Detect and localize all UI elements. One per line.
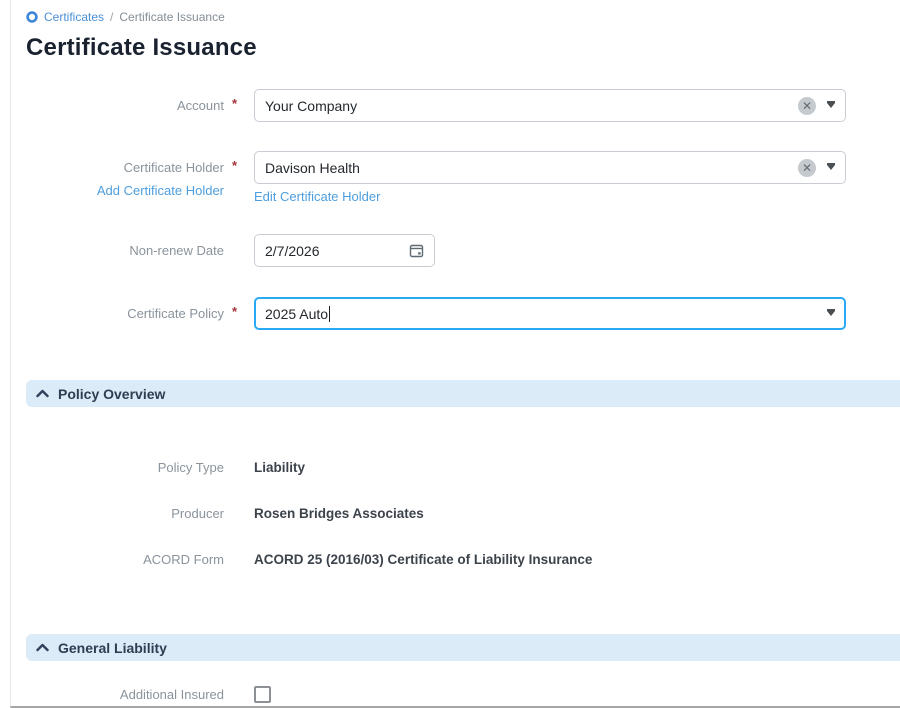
add-certificate-holder-link[interactable]: Add Certificate Holder bbox=[97, 183, 224, 199]
breadcrumb: Certificates / Certificate Issuance bbox=[26, 10, 900, 24]
text-cursor bbox=[329, 306, 330, 322]
non-renew-date-label-col: Non-renew Date bbox=[26, 234, 224, 260]
account-row: Account * Your Company ✕ bbox=[26, 89, 900, 122]
policy-type-label-col: Policy Type bbox=[26, 459, 224, 477]
account-caret-down-icon[interactable] bbox=[827, 103, 835, 108]
policy-overview-section-header[interactable]: Policy Overview bbox=[26, 380, 900, 407]
account-required-asterisk: * bbox=[232, 96, 237, 111]
breadcrumb-link-certificates[interactable]: Certificates bbox=[44, 10, 104, 24]
account-select[interactable]: Your Company ✕ bbox=[254, 89, 846, 122]
producer-label: Producer bbox=[171, 506, 224, 521]
certificate-policy-caret-down-icon[interactable] bbox=[827, 311, 835, 316]
general-liability-section-header[interactable]: General Liability bbox=[26, 634, 900, 661]
policy-overview-title: Policy Overview bbox=[58, 386, 165, 402]
certificate-holder-value: Davison Health bbox=[265, 160, 360, 176]
acord-form-row: ACORD Form ACORD 25 (2016/03) Certificat… bbox=[26, 551, 900, 569]
certificate-holder-clear-icon[interactable]: ✕ bbox=[798, 159, 816, 177]
chevron-up-icon[interactable] bbox=[36, 643, 49, 652]
acord-form-label-col: ACORD Form bbox=[26, 551, 224, 569]
non-renew-date-label: Non-renew Date bbox=[129, 234, 224, 259]
certificate-holder-row: Certificate Holder * Add Certificate Hol… bbox=[26, 151, 900, 206]
calendar-icon[interactable] bbox=[409, 243, 424, 258]
certificate-policy-combobox[interactable]: 2025 Auto bbox=[254, 297, 846, 330]
breadcrumb-separator: / bbox=[110, 10, 113, 24]
producer-label-col: Producer bbox=[26, 505, 224, 523]
general-liability-title: General Liability bbox=[58, 640, 167, 656]
non-renew-date-row: Non-renew Date 2/7/2026 bbox=[26, 234, 900, 267]
certificates-ring-icon bbox=[26, 11, 38, 23]
certificate-policy-required-asterisk: * bbox=[232, 304, 237, 319]
non-renew-date-value: 2/7/2026 bbox=[265, 243, 320, 259]
certificate-policy-label-col: Certificate Policy * bbox=[26, 297, 224, 323]
content-panel: Certificates / Certificate Issuance Cert… bbox=[10, 0, 900, 708]
certificate-holder-label: Certificate Holder bbox=[124, 151, 224, 176]
acord-form-value: ACORD 25 (2016/03) Certificate of Liabil… bbox=[254, 552, 592, 567]
certificate-policy-row: Certificate Policy * 2025 Auto bbox=[26, 297, 900, 330]
account-label-col: Account * bbox=[26, 89, 224, 115]
producer-row: Producer Rosen Bridges Associates bbox=[26, 505, 900, 523]
certificate-holder-caret-down-icon[interactable] bbox=[827, 165, 835, 170]
account-value: Your Company bbox=[265, 98, 357, 114]
chevron-up-icon[interactable] bbox=[36, 389, 49, 398]
policy-type-label: Policy Type bbox=[158, 460, 224, 475]
additional-insured-label: Additional Insured bbox=[120, 687, 224, 702]
additional-insured-label-col: Additional Insured bbox=[26, 686, 224, 704]
policy-type-value: Liability bbox=[254, 460, 305, 475]
certificate-holder-label-col: Certificate Holder * Add Certificate Hol… bbox=[26, 151, 224, 200]
page-title: Certificate Issuance bbox=[26, 34, 900, 62]
additional-insured-checkbox[interactable] bbox=[254, 686, 271, 703]
account-clear-icon[interactable]: ✕ bbox=[798, 97, 816, 115]
policy-type-row: Policy Type Liability bbox=[26, 459, 900, 477]
certificate-policy-value: 2025 Auto bbox=[265, 306, 328, 322]
additional-insured-row: Additional Insured bbox=[26, 686, 900, 704]
certificate-policy-label: Certificate Policy bbox=[127, 297, 224, 322]
non-renew-date-input[interactable]: 2/7/2026 bbox=[254, 234, 435, 267]
producer-value: Rosen Bridges Associates bbox=[254, 506, 424, 521]
account-label: Account bbox=[177, 89, 224, 114]
edit-certificate-holder-link[interactable]: Edit Certificate Holder bbox=[254, 189, 380, 205]
breadcrumb-current: Certificate Issuance bbox=[119, 10, 224, 24]
certificate-holder-select[interactable]: Davison Health ✕ bbox=[254, 151, 846, 184]
certificate-holder-required-asterisk: * bbox=[232, 158, 237, 173]
acord-form-label: ACORD Form bbox=[143, 552, 224, 567]
